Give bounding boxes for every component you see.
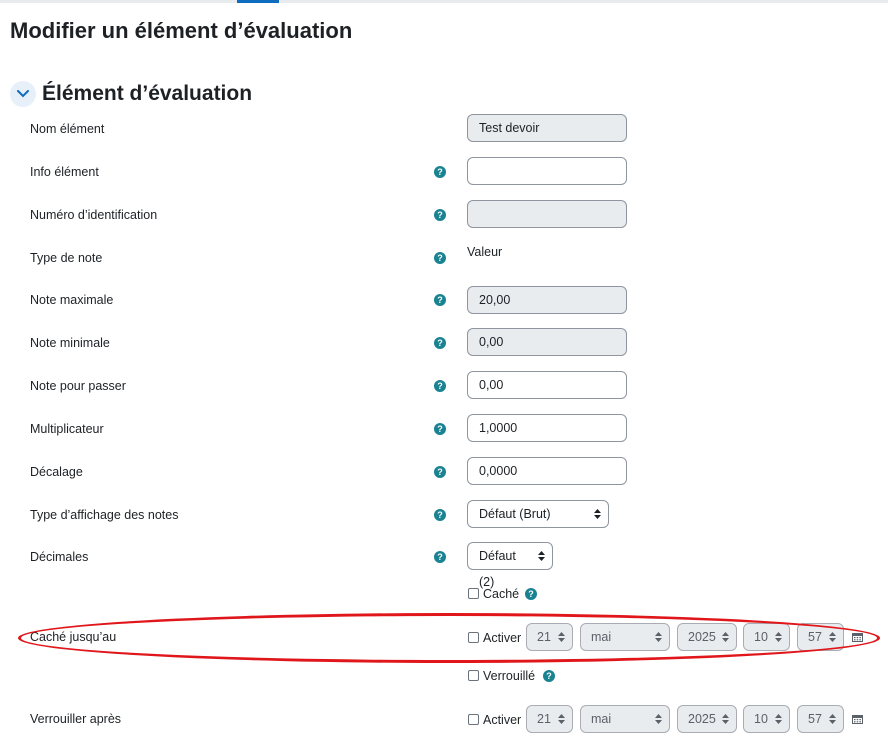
day-value: 21 (537, 712, 551, 726)
section-title: Élément d’évaluation (42, 82, 253, 105)
minute-value: 57 (808, 712, 822, 726)
hour-value: 10 (754, 630, 768, 644)
hidden-until-year-select[interactable]: 2025 (677, 623, 737, 651)
hidden-until-day-select[interactable]: 21 (526, 623, 573, 651)
display-type-label: Type d’affichage des notes (30, 508, 179, 522)
offset-input[interactable]: 0,0000 (467, 457, 627, 485)
sort-caret-icon (829, 624, 836, 653)
section-collapse-toggle[interactable] (10, 81, 36, 107)
help-icon[interactable]: ? (434, 551, 446, 563)
item-name-input[interactable]: Test devoir (467, 114, 627, 142)
help-icon[interactable]: ? (434, 337, 446, 349)
month-value: mai (591, 630, 612, 644)
year-value: 2025 (688, 630, 716, 644)
lock-after-enable-label: Activer (483, 713, 522, 727)
help-icon[interactable]: ? (434, 509, 446, 521)
display-type-value: Défaut (Brut) (479, 507, 551, 521)
calendar-icon[interactable] (852, 714, 863, 724)
sort-caret-icon (655, 624, 662, 653)
grade-max-label: Note maximale (30, 293, 114, 307)
decimals-value: Défaut (2) (479, 549, 516, 589)
lock-after-enable-checkbox[interactable] (468, 714, 479, 725)
year-value: 2025 (688, 712, 716, 726)
decimals-label: Décimales (30, 550, 89, 564)
help-icon[interactable]: ? (434, 466, 446, 478)
help-icon[interactable]: ? (434, 252, 446, 264)
day-value: 21 (537, 630, 551, 644)
sort-caret-icon (775, 624, 782, 653)
lock-after-year-select[interactable]: 2025 (677, 705, 737, 733)
lock-after-month-select[interactable]: mai (580, 705, 670, 733)
hidden-until-enable-checkbox[interactable] (468, 632, 479, 643)
sort-caret-icon (538, 543, 545, 572)
hidden-until-label: Caché jusqu’au (30, 630, 117, 644)
sort-caret-icon (594, 501, 601, 530)
multiplier-input[interactable]: 1,0000 (467, 414, 627, 442)
hidden-label: Caché (483, 587, 520, 601)
help-icon[interactable]: ? (434, 166, 446, 178)
calendar-icon[interactable] (852, 632, 863, 642)
grade-min-input[interactable]: 0,00 (467, 328, 627, 356)
help-icon[interactable]: ? (434, 380, 446, 392)
minute-value: 57 (808, 630, 822, 644)
grade-pass-input[interactable]: 0,00 (467, 371, 627, 399)
locked-checkbox[interactable] (468, 670, 479, 681)
lock-after-minute-select[interactable]: 57 (797, 705, 844, 733)
hidden-checkbox[interactable] (468, 588, 479, 599)
sort-caret-icon (722, 706, 729, 735)
lock-after-day-select[interactable]: 21 (526, 705, 573, 733)
sort-caret-icon (829, 706, 836, 735)
grade-type-value: Valeur (467, 245, 503, 259)
decimals-select[interactable]: Défaut (2) (467, 542, 553, 589)
idnumber-label: Numéro d’identification (30, 208, 158, 222)
locked-label: Verrouillé (483, 669, 536, 683)
month-value: mai (591, 712, 612, 726)
display-type-select[interactable]: Défaut (Brut) (467, 500, 609, 528)
hidden-until-minute-select[interactable]: 57 (797, 623, 844, 651)
hour-value: 10 (754, 712, 768, 726)
sort-caret-icon (655, 706, 662, 735)
help-icon[interactable]: ? (434, 209, 446, 221)
idnumber-input[interactable] (467, 200, 627, 228)
active-tab-indicator (237, 0, 279, 3)
sort-caret-icon (775, 706, 782, 735)
help-icon[interactable]: ? (543, 670, 555, 682)
hidden-until-month-select[interactable]: mai (580, 623, 670, 651)
grade-pass-label: Note pour passer (30, 379, 126, 393)
grade-max-input[interactable]: 20,00 (467, 286, 627, 314)
sort-caret-icon (558, 706, 565, 735)
help-icon[interactable]: ? (434, 294, 446, 306)
top-nav-border (0, 0, 888, 3)
help-icon[interactable]: ? (434, 423, 446, 435)
multiplier-label: Multiplicateur (30, 422, 104, 436)
item-name-label: Nom élément (30, 122, 105, 136)
hidden-until-hour-select[interactable]: 10 (743, 623, 790, 651)
hidden-until-enable-label: Activer (483, 631, 522, 645)
item-info-label: Info élément (30, 165, 99, 179)
lock-after-hour-select[interactable]: 10 (743, 705, 790, 733)
sort-caret-icon (722, 624, 729, 653)
grade-type-label: Type de note (30, 251, 103, 265)
offset-label: Décalage (30, 465, 83, 479)
item-info-input[interactable] (467, 157, 627, 185)
help-icon[interactable]: ? (525, 588, 537, 600)
grade-min-label: Note minimale (30, 336, 110, 350)
chevron-down-icon (17, 90, 29, 98)
sort-caret-icon (558, 624, 565, 653)
lock-after-label: Verrouiller après (30, 712, 122, 726)
page-title: Modifier un élément d’évaluation (10, 18, 353, 43)
